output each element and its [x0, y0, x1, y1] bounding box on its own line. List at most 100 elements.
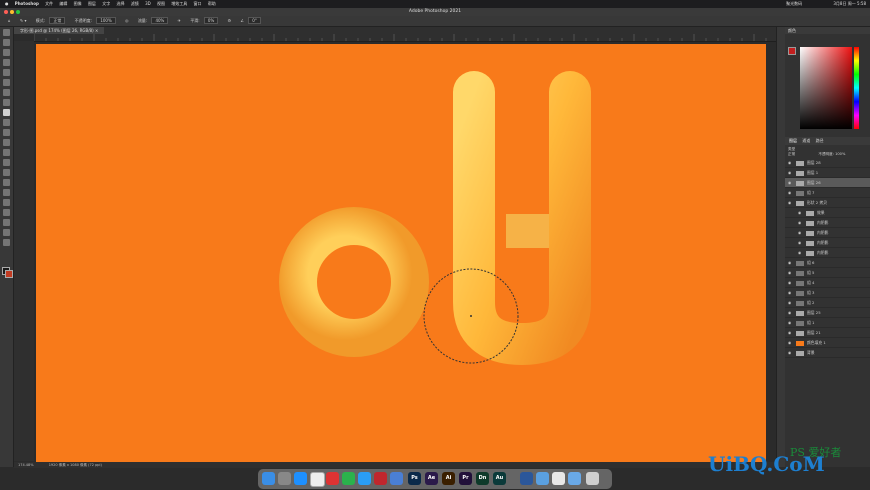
menu-item-type[interactable]: 文字 [102, 0, 110, 8]
eraser-tool-icon[interactable] [3, 139, 10, 146]
layer-row[interactable]: ◉ 内阴影 [785, 238, 870, 248]
mail-app-icon[interactable] [390, 472, 403, 485]
menu-item-3d[interactable]: 3D [145, 0, 151, 8]
visibility-eye-icon[interactable]: ◉ [798, 248, 802, 257]
document-tab[interactable]: 字形-图.psd @ 174% (图层 26, RGB/8) × [14, 27, 105, 34]
healing-tool-icon[interactable] [3, 99, 10, 106]
visibility-eye-icon[interactable]: ◉ [788, 348, 792, 357]
visibility-eye-icon[interactable]: ◉ [798, 228, 802, 237]
more-tools-icon[interactable] [3, 239, 10, 246]
layer-row[interactable]: ◉ 组 4 [785, 278, 870, 288]
dock-app-dn-icon[interactable]: Dn [476, 472, 489, 485]
layer-row[interactable]: ◉ 组 1 [785, 318, 870, 328]
dock-app-pr-icon[interactable]: Pr [459, 472, 472, 485]
preview-app-icon[interactable] [552, 472, 565, 485]
menu-item-window[interactable]: 窗口 [194, 0, 202, 8]
visibility-eye-icon[interactable]: ◉ [788, 288, 792, 297]
move-tool-icon[interactable] [3, 29, 10, 36]
color-field[interactable] [800, 47, 852, 129]
color-panel-header[interactable]: 颜色 [785, 27, 870, 34]
opacity-input[interactable]: 100% [96, 17, 116, 24]
minimize-window-button[interactable] [10, 10, 14, 14]
brush-tool-icon[interactable] [3, 109, 10, 116]
layer-row[interactable]: ◉ 组 6 [785, 258, 870, 268]
visibility-eye-icon[interactable]: ◉ [798, 238, 802, 247]
menu-item-filter[interactable]: 滤镜 [131, 0, 139, 8]
visibility-eye-icon[interactable]: ◉ [788, 168, 792, 177]
visibility-eye-icon[interactable]: ◉ [788, 198, 792, 207]
frame-tool-icon[interactable] [3, 79, 10, 86]
layer-row[interactable]: ◉ 组 5 [785, 268, 870, 278]
layer-row[interactable]: ◉ 内阴影 [785, 228, 870, 238]
crop-tool-icon[interactable] [3, 69, 10, 76]
layer-row[interactable]: ◉ 图层 1 [785, 168, 870, 178]
wechat-app-icon[interactable] [342, 472, 355, 485]
blur-tool-icon[interactable] [3, 159, 10, 166]
files-app-icon[interactable] [536, 472, 549, 485]
menu-item-help[interactable]: 帮助 [208, 0, 216, 8]
color-panel-foreground-swatch[interactable] [788, 47, 796, 55]
layer-row[interactable]: ◉ 组 7 [785, 188, 870, 198]
stamp-tool-icon[interactable] [3, 119, 10, 126]
magic-wand-tool-icon[interactable] [3, 59, 10, 66]
visibility-eye-icon[interactable]: ◉ [788, 268, 792, 277]
menu-item-select[interactable]: 选择 [117, 0, 125, 8]
mode-select[interactable]: 正常 [49, 17, 66, 24]
marquee-tool-icon[interactable] [3, 39, 10, 46]
netease-music-app-icon[interactable] [374, 472, 387, 485]
menu-item-view[interactable]: 视图 [157, 0, 165, 8]
menu-item-file[interactable]: 文件 [45, 0, 53, 8]
visibility-eye-icon[interactable]: ◉ [788, 258, 792, 267]
menu-item-plugins[interactable]: 增效工具 [171, 0, 187, 8]
layer-kind-filter[interactable]: 类型 [788, 147, 795, 151]
layer-row[interactable]: ◉ 图层 21 [785, 328, 870, 338]
xmind-app-icon[interactable] [326, 472, 339, 485]
visibility-eye-icon[interactable]: ◉ [788, 338, 792, 347]
brush-preset-icon[interactable]: ✎ ▾ [20, 16, 27, 26]
flow-input[interactable]: 40% [151, 17, 169, 24]
visibility-eye-icon[interactable]: ◉ [788, 278, 792, 287]
tab-paths[interactable]: 路径 [816, 138, 824, 143]
layer-row[interactable]: ◉ 图层 26 [785, 178, 870, 188]
safari-app-icon[interactable] [294, 472, 307, 485]
eyedropper-tool-icon[interactable] [3, 89, 10, 96]
launchpad-app-icon[interactable] [278, 472, 291, 485]
layer-row[interactable]: ◉ 内阴影 [785, 248, 870, 258]
pen-tool-icon[interactable] [3, 179, 10, 186]
shape-tool-icon[interactable] [3, 209, 10, 216]
history-brush-tool-icon[interactable] [3, 129, 10, 136]
qq-app-icon[interactable] [358, 472, 371, 485]
visibility-eye-icon[interactable]: ◉ [798, 208, 802, 217]
zoom-level[interactable]: 174.48% [18, 463, 34, 467]
visibility-eye-icon[interactable]: ◉ [788, 298, 792, 307]
visibility-eye-icon[interactable]: ◉ [788, 158, 792, 167]
close-tab-icon[interactable]: × [95, 28, 98, 33]
close-window-button[interactable] [4, 10, 8, 14]
path-select-tool-icon[interactable] [3, 199, 10, 206]
layer-row[interactable]: ◉ 形状 2 拷贝 [785, 198, 870, 208]
horizontal-ruler[interactable] [34, 34, 776, 42]
menu-app-name[interactable]: Photoshop [15, 0, 39, 8]
gradient-tool-icon[interactable] [3, 149, 10, 156]
background-color-swatch[interactable] [5, 270, 13, 278]
angle-input[interactable]: 0° [248, 17, 261, 24]
blend-mode-select[interactable]: 正常 [788, 152, 795, 156]
visibility-eye-icon[interactable]: ◉ [798, 218, 802, 227]
layer-row[interactable]: ◉ 组 3 [785, 288, 870, 298]
dock-app-au-icon[interactable]: Au [493, 472, 506, 485]
tab-layers[interactable]: 图层 [789, 138, 797, 143]
dodge-tool-icon[interactable] [3, 169, 10, 176]
dock-app-ae-icon[interactable]: Ae [425, 472, 438, 485]
visibility-eye-icon[interactable]: ◉ [788, 328, 792, 337]
pressure-opacity-icon[interactable]: ◎ [125, 16, 129, 26]
document-canvas[interactable] [36, 44, 766, 462]
hand-tool-icon[interactable] [3, 219, 10, 226]
visibility-eye-icon[interactable]: ◉ [788, 318, 792, 327]
dock-app-ps-icon[interactable]: Ps [408, 472, 421, 485]
folder-app-icon[interactable] [568, 472, 581, 485]
text-tool-icon[interactable] [3, 189, 10, 196]
zoom-tool-icon[interactable] [3, 229, 10, 236]
layer-row[interactable]: ◉ 颜色填充 1 [785, 338, 870, 348]
trash-icon[interactable] [586, 472, 599, 485]
layer-row[interactable]: ◉ 效果 [785, 208, 870, 218]
